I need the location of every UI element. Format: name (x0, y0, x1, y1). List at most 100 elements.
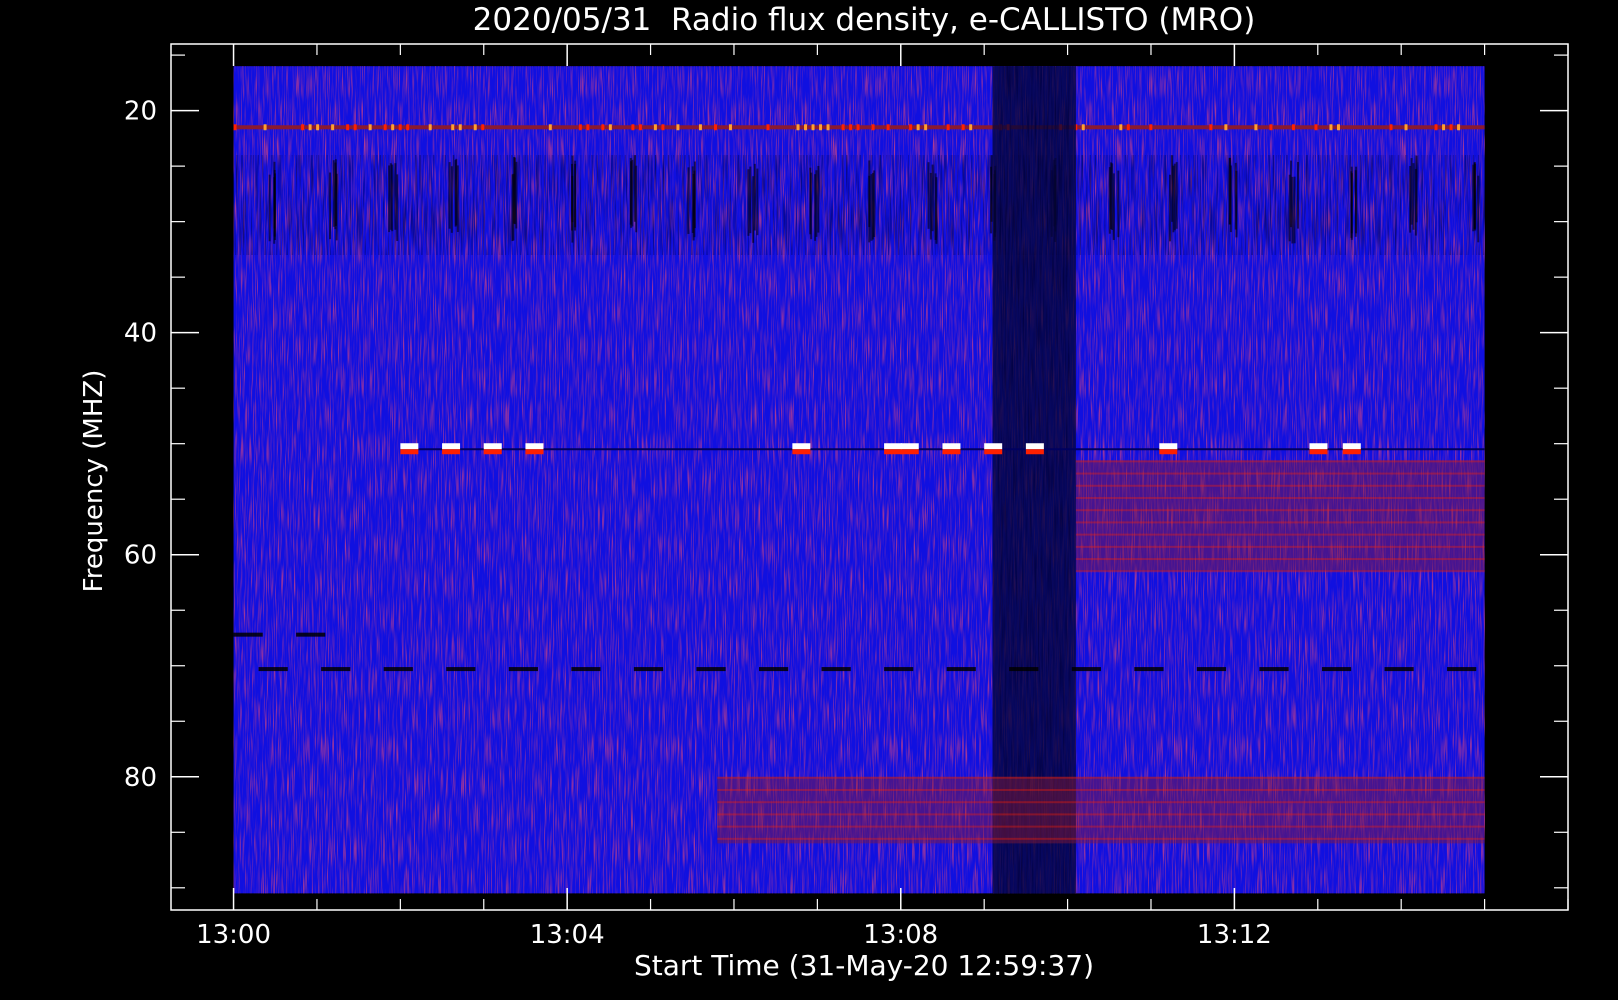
feature-narrowband-interference-0-speck (653, 124, 657, 131)
dark-streak (396, 174, 399, 241)
dark-streak (1412, 163, 1415, 230)
feature-narrowband-interference-0-speck (916, 124, 920, 131)
feature-narrowband-interference-3-mark (1159, 443, 1178, 450)
x-tick-label: 13:12 (1197, 920, 1272, 950)
feature-narrowband-interference-3-mark (884, 443, 903, 450)
feature-narrowband-interference-3-mark (984, 449, 1003, 455)
feature-narrowband-interference-0-speck (428, 124, 432, 131)
feature-narrowband-interference-3-mark (1159, 449, 1178, 455)
feature-narrowband-interference-0-speck (766, 124, 770, 131)
dark-streak (1290, 160, 1293, 228)
feature-narrowband-interference-0-speck (826, 124, 830, 131)
feature-elevated-band-2-stripe (1075, 496, 1485, 499)
dark-streak (448, 162, 451, 229)
dark-streak (635, 165, 638, 233)
feature-narrowband-interference-3-mark (400, 443, 419, 450)
dark-streak (687, 167, 690, 234)
dark-streak (1117, 170, 1120, 238)
feature-narrowband-interference-3-mark (1309, 443, 1328, 450)
feature-narrowband-interference-0-speck (1126, 124, 1130, 131)
feature-narrowband-interference-0-speck (713, 124, 717, 131)
feature-narrowband-interference-0-speck (458, 124, 462, 131)
y-axis-label: Frequency (MHZ) (79, 370, 109, 593)
dark-streak (456, 165, 459, 233)
feature-narrowband-interference-0-speck (1209, 124, 1213, 131)
feature-narrowband-interference-4 (1009, 667, 1039, 672)
feature-narrowband-interference-0-speck (924, 124, 928, 131)
feature-narrowband-interference-3-mark (900, 443, 919, 450)
feature-narrowband-interference-4 (1196, 667, 1227, 672)
feature-narrowband-interference-3-mark (792, 449, 811, 455)
x-tick-label: 13:00 (196, 920, 271, 950)
feature-narrowband-interference-0-speck (1119, 124, 1123, 131)
feature-elevated-band-5-stripe (717, 776, 1485, 779)
feature-elevated-band-5 (717, 776, 1485, 844)
dark-streak (756, 168, 759, 236)
dark-streak (868, 160, 871, 228)
y-tick-label: 80 (124, 763, 157, 793)
feature-narrowband-interference-0-speck (1149, 124, 1153, 131)
dark-streak (693, 161, 696, 229)
feature-narrowband-interference-3-mark (942, 449, 961, 455)
dark-streak (335, 173, 338, 241)
feature-narrowband-interference-0-speck (451, 124, 455, 131)
dark-streak (1477, 175, 1480, 243)
feature-narrowband-interference-0-speck (871, 124, 875, 131)
dark-streak (268, 174, 271, 242)
dark-streak (1354, 170, 1357, 237)
spectrogram-image (233, 66, 1485, 894)
feature-narrowband-interference-3-mark (984, 443, 1003, 450)
feature-narrowband-interference-6 (296, 632, 326, 637)
feature-narrowband-interference-0-speck (1254, 124, 1258, 131)
feature-narrowband-interference-3-mark (1025, 449, 1044, 455)
feature-narrowband-interference-0-speck (608, 124, 612, 131)
feature-narrowband-interference-4 (821, 667, 851, 672)
feature-narrowband-interference-0-speck (586, 124, 590, 131)
feature-elevated-band-5-stripe (717, 813, 1485, 816)
y-tick-label: 60 (124, 541, 157, 571)
feature-narrowband-interference-4 (571, 667, 601, 672)
dark-streak (631, 159, 634, 227)
feature-narrowband-interference-3-mark (1025, 443, 1044, 450)
feature-narrowband-interference-4 (1259, 667, 1289, 672)
feature-narrowband-interference-0-speck (233, 124, 237, 131)
feature-narrowband-interference-0-speck (1404, 124, 1408, 131)
feature-narrowband-interference-0-speck (676, 124, 680, 131)
feature-narrowband-interference-0-speck (886, 124, 890, 131)
feature-narrowband-interference-4 (446, 667, 476, 672)
feature-narrowband-interference-0-speck (1314, 124, 1318, 131)
feature-narrowband-interference-0-speck (631, 124, 635, 131)
dark-streak (929, 172, 932, 240)
feature-narrowband-interference-0-speck (481, 124, 485, 131)
feature-narrowband-interference-4 (884, 667, 914, 672)
feature-narrowband-interference-0-speck (316, 124, 320, 131)
dark-streak (809, 167, 812, 235)
feature-narrowband-interference-3-mark (792, 443, 811, 450)
dark-streak (1414, 168, 1417, 236)
feature-elevated-band-2-stripe (1075, 460, 1485, 463)
dark-streak (332, 160, 335, 227)
feature-narrowband-interference-0-speck (1457, 124, 1461, 131)
feature-narrowband-interference-0-speck (601, 124, 605, 131)
feature-elevated-band-2-stripe (1075, 509, 1485, 512)
x-tick-label: 13:04 (530, 920, 605, 950)
feature-narrowband-interference-3-mark (1342, 449, 1361, 455)
feature-elevated-band-2-stripe (1075, 521, 1485, 524)
dark-streak (1108, 167, 1111, 234)
feature-narrowband-interference-0-speck (661, 124, 665, 131)
feature-narrowband-interference-6 (233, 632, 263, 637)
feature-narrowband-interference-0-speck (849, 124, 853, 131)
feature-narrowband-interference-0-speck (811, 124, 815, 131)
feature-narrowband-interference-0-speck (263, 124, 267, 131)
feature-narrowband-interference-0-speck (819, 124, 823, 131)
dark-streak (1350, 166, 1353, 234)
feature-narrowband-interference-3-mark (525, 449, 544, 455)
feature-narrowband-interference-4 (758, 667, 789, 672)
feature-narrowband-interference-0-speck (578, 124, 582, 131)
feature-narrowband-interference-0-speck (909, 124, 913, 131)
feature-narrowband-interference-4 (258, 667, 288, 672)
dark-streak (1173, 163, 1176, 231)
feature-narrowband-interference-0-speck (398, 124, 402, 131)
feature-narrowband-interference-0-speck (961, 124, 965, 131)
dark-streak (749, 166, 752, 234)
